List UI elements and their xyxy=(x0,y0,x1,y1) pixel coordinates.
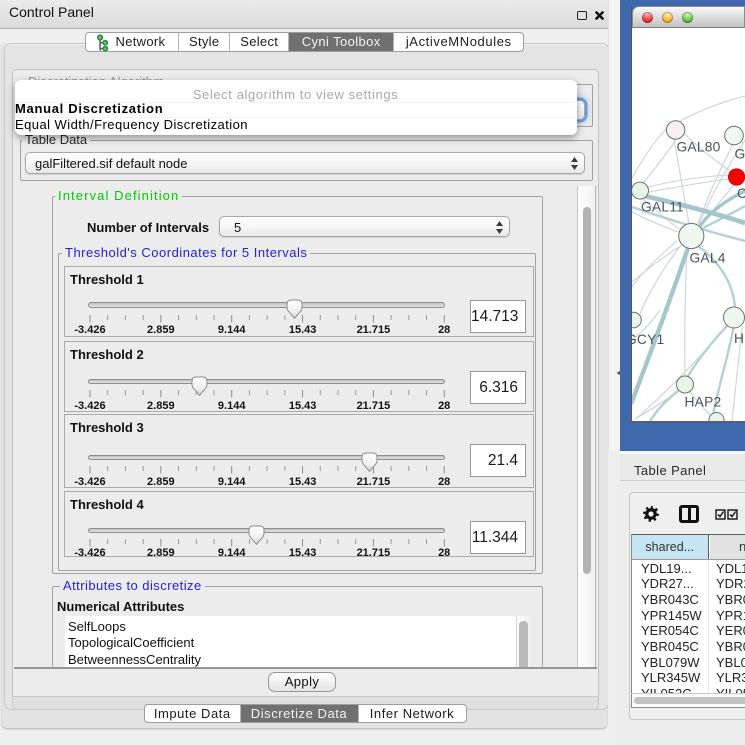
svg-text:GAL80: GAL80 xyxy=(677,140,721,155)
svg-text:GCY1: GCY1 xyxy=(632,332,664,347)
svg-text:GAL4: GAL4 xyxy=(690,251,726,266)
svg-text:H: H xyxy=(734,331,744,346)
svg-text:GAL11: GAL11 xyxy=(641,200,684,215)
svg-text:G.: G. xyxy=(735,147,745,162)
svg-text:C: C xyxy=(737,186,745,201)
svg-text:HAP2: HAP2 xyxy=(685,395,722,410)
